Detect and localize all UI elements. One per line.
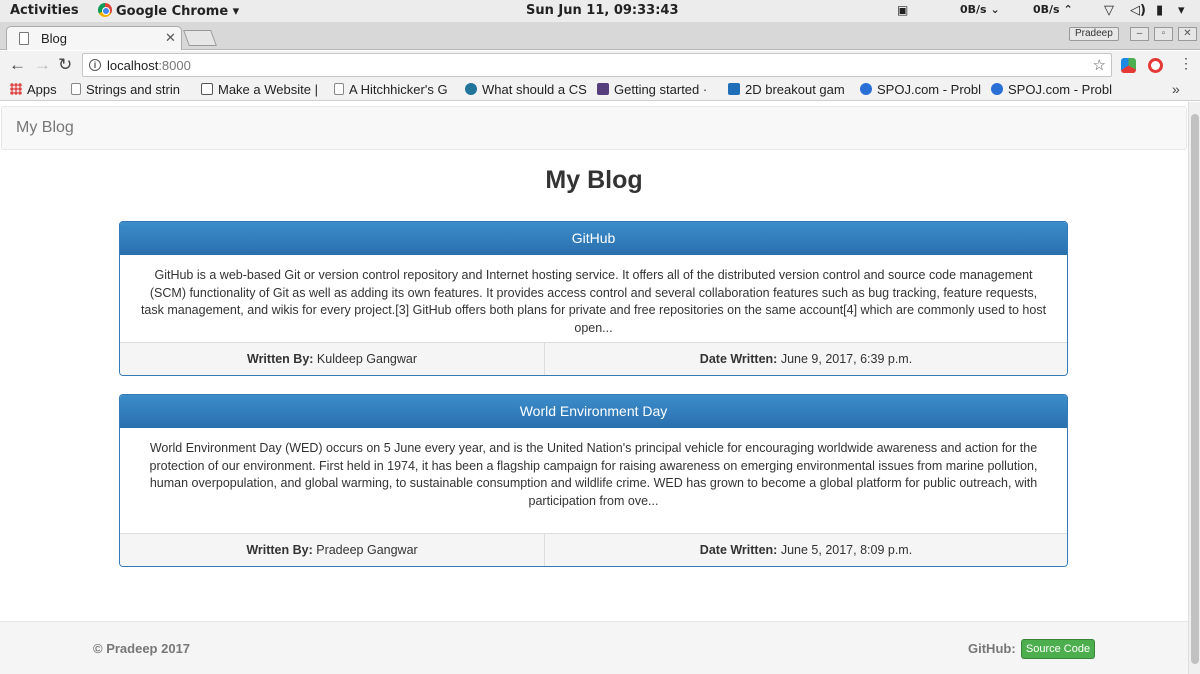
spoj-icon [991, 83, 1003, 95]
battery-icon[interactable]: ▮ [1156, 3, 1163, 18]
bookmarks-bar: Apps Strings and strin Make a Website | … [0, 79, 1200, 101]
os-top-bar: Activities Google Chrome ▾ Sun Jun 11, 0… [0, 0, 1200, 22]
reload-button[interactable]: ↻ [58, 55, 72, 75]
copyright: © Pradeep 2017 [93, 641, 191, 656]
spoj-icon [860, 83, 872, 95]
post-meta: Written By: Pradeep Gangwar Date Written… [120, 533, 1067, 566]
post-author: Written By: Pradeep Gangwar [120, 534, 545, 566]
info-icon[interactable]: i [89, 59, 101, 71]
bookmark-star-icon[interactable]: ☆ [1093, 56, 1106, 74]
new-tab-button[interactable] [183, 30, 217, 46]
post-card: World Environment Day World Environment … [119, 394, 1068, 567]
source-code-button[interactable]: Source Code [1021, 639, 1095, 659]
post-card: GitHub GitHub is a web-based Git or vers… [119, 221, 1068, 376]
bookmark-item[interactable]: Strings and strin [71, 82, 193, 97]
mdn-icon [728, 83, 740, 95]
close-icon[interactable]: ✕ [165, 30, 176, 46]
site-icon [201, 83, 213, 95]
net-down-speed: 0B/s ⌄ [960, 3, 1000, 16]
menu-kebab-icon[interactable]: ⋮ [1179, 55, 1193, 72]
site-navbar: My Blog [1, 106, 1187, 150]
bookmark-item[interactable]: SPOJ.com - Probl [991, 82, 1113, 97]
site-footer: © Pradeep 2017 GitHub: Source Code [0, 621, 1188, 674]
clock[interactable]: Sun Jun 11, 09:33:43 [526, 3, 679, 18]
window-close-button[interactable]: ✕ [1178, 27, 1197, 41]
opera-icon[interactable] [1148, 58, 1163, 73]
scrollbar-thumb[interactable] [1191, 114, 1199, 664]
bookmark-item[interactable]: What should a CS [465, 82, 587, 97]
url-text: localhost:8000 [107, 58, 191, 73]
chrome-icon [98, 3, 112, 17]
net-up-speed: 0B/s ⌃ [1033, 3, 1073, 16]
tab-blog[interactable]: Blog ✕ [6, 26, 182, 50]
apps-grid-icon [10, 83, 22, 95]
bookmark-item[interactable]: Getting started · [597, 82, 719, 97]
bookmark-item[interactable]: 2D breakout gam [728, 82, 850, 97]
post-date: Date Written: June 9, 2017, 6:39 p.m. [699, 352, 913, 366]
navbar-brand[interactable]: My Blog [16, 119, 74, 137]
wifi-icon[interactable]: ▽ [1104, 3, 1114, 18]
github-label: GitHub: [968, 641, 1016, 656]
post-excerpt: World Environment Day (WED) occurs on 5 … [149, 441, 1038, 508]
bookmark-item[interactable]: A Hitchhicker's G [334, 82, 456, 97]
page-icon [334, 83, 344, 95]
post-excerpt: GitHub is a web-based Git or version con… [140, 268, 1047, 335]
tab-strip: Blog ✕ Pradeep – ▫ ✕ [0, 22, 1200, 50]
back-button[interactable]: ← [9, 55, 26, 75]
page-viewport: My Blog My Blog GitHub GitHub is a web-b… [0, 102, 1188, 674]
extension-icon[interactable] [1121, 58, 1136, 73]
system-menu-chevron-icon[interactable]: ▾ [1178, 3, 1185, 18]
page-icon [19, 32, 29, 45]
post-author: Written By: Kuldeep Gangwar [120, 343, 545, 375]
app-menu[interactable]: Google Chrome ▾ [98, 3, 239, 19]
activities-button[interactable]: Activities [10, 3, 79, 18]
bookmark-apps[interactable]: Apps [10, 82, 70, 97]
volume-icon[interactable]: ◁) [1130, 3, 1146, 18]
bootstrap-icon [597, 83, 609, 95]
wordpress-icon [465, 83, 477, 95]
tab-title: Blog [41, 31, 68, 46]
post-meta: Written By: Kuldeep Gangwar Date Written… [120, 342, 1067, 375]
page-title: My Blog [545, 166, 643, 194]
app-menu-label: Google Chrome [116, 4, 229, 19]
minimize-button[interactable]: – [1130, 27, 1149, 41]
monitor-icon[interactable]: ▣ [897, 3, 908, 17]
forward-button[interactable]: → [34, 55, 51, 75]
maximize-button[interactable]: ▫ [1154, 27, 1173, 41]
browser-toolbar: ← → ↻ i localhost:8000 ☆ ⋮ [0, 51, 1200, 79]
bookmark-item[interactable]: SPOJ.com - Probl [860, 82, 982, 97]
post-date: Date Written: June 5, 2017, 8:09 p.m. [699, 543, 913, 557]
address-bar[interactable]: i localhost:8000 ☆ [82, 53, 1112, 77]
bookmark-item[interactable]: Make a Website | [201, 82, 323, 97]
post-title[interactable]: GitHub [120, 222, 1067, 255]
page-scrollbar[interactable] [1188, 102, 1200, 674]
post-title[interactable]: World Environment Day [120, 395, 1067, 428]
more-bookmarks-chevron-icon[interactable]: » [1172, 81, 1180, 97]
profile-button[interactable]: Pradeep [1069, 27, 1119, 41]
page-icon [71, 83, 81, 95]
